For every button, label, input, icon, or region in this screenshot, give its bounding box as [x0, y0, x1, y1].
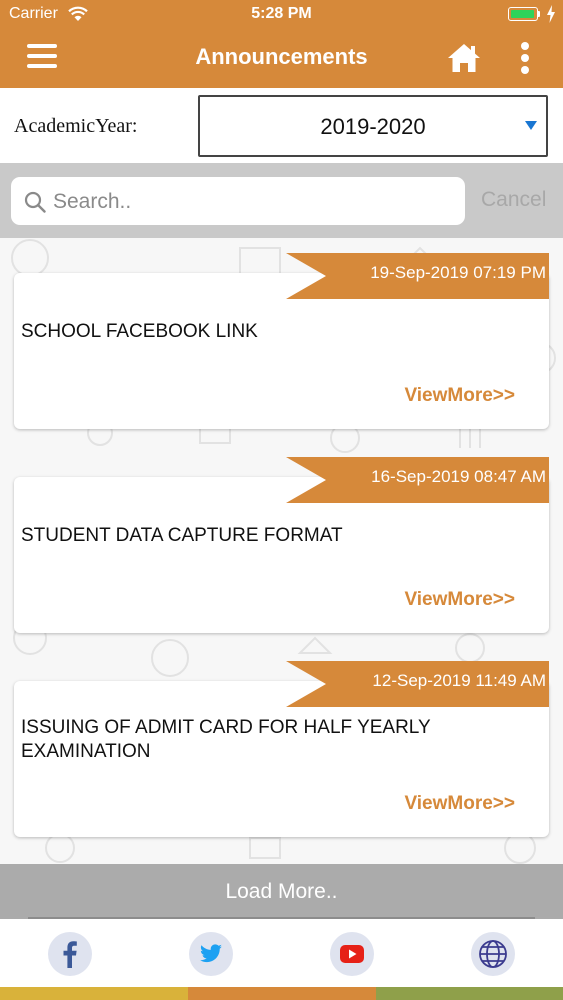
announcement-title: STUDENT DATA CAPTURE FORMAT [21, 525, 343, 546]
announcement-card[interactable]: 16-Sep-2019 08:47 AM STUDENT DATA CAPTUR… [14, 457, 549, 633]
charging-bolt-icon [547, 5, 555, 23]
search-icon [24, 191, 46, 213]
more-options-icon[interactable] [516, 40, 534, 76]
view-more-link[interactable]: ViewMore>> [404, 385, 515, 407]
cancel-button[interactable]: Cancel [481, 188, 546, 212]
search-box[interactable] [11, 177, 465, 225]
announcement-title: ISSUING OF ADMIT CARD FOR HALF YEARLY EX… [21, 717, 431, 762]
status-time: 5:28 PM [251, 5, 312, 22]
battery-tip [538, 11, 540, 17]
search-bar: Cancel [0, 163, 563, 238]
announcement-title: SCHOOL FACEBOOK LINK [21, 321, 258, 342]
dropdown-arrow-icon [525, 121, 537, 130]
academic-year-label: AcademicYear: [14, 115, 138, 137]
announcement-date: 16-Sep-2019 08:47 AM [371, 467, 546, 486]
announcement-card[interactable]: 12-Sep-2019 11:49 AM ISSUING OF ADMIT CA… [14, 661, 549, 837]
youtube-icon[interactable] [330, 932, 374, 976]
bottom-color-stripe [0, 987, 563, 1000]
academic-year-value: 2019-2020 [320, 114, 426, 139]
view-more-link[interactable]: ViewMore>> [404, 793, 515, 815]
view-more-link[interactable]: ViewMore>> [404, 589, 515, 611]
announcement-list[interactable]: 19-Sep-2019 07:19 PM SCHOOL FACEBOOK LIN… [0, 238, 563, 864]
nav-bar: Announcements [0, 30, 563, 88]
academic-year-dropdown[interactable]: 2019-2020 [198, 95, 548, 157]
social-footer [0, 919, 563, 987]
globe-icon[interactable] [471, 932, 515, 976]
announcement-date: 19-Sep-2019 07:19 PM [370, 263, 546, 282]
status-bar: Carrier 5:28 PM [0, 0, 563, 30]
twitter-icon[interactable] [189, 932, 233, 976]
announcement-date: 12-Sep-2019 11:49 AM [372, 671, 546, 690]
facebook-icon[interactable] [48, 932, 92, 976]
academic-year-row: AcademicYear: 2019-2020 [0, 88, 563, 163]
battery-icon [508, 7, 538, 21]
load-more-button[interactable]: Load More.. [0, 864, 563, 919]
search-input[interactable] [51, 185, 455, 219]
announcement-card[interactable]: 19-Sep-2019 07:19 PM SCHOOL FACEBOOK LIN… [14, 253, 549, 429]
home-icon[interactable] [446, 42, 482, 74]
